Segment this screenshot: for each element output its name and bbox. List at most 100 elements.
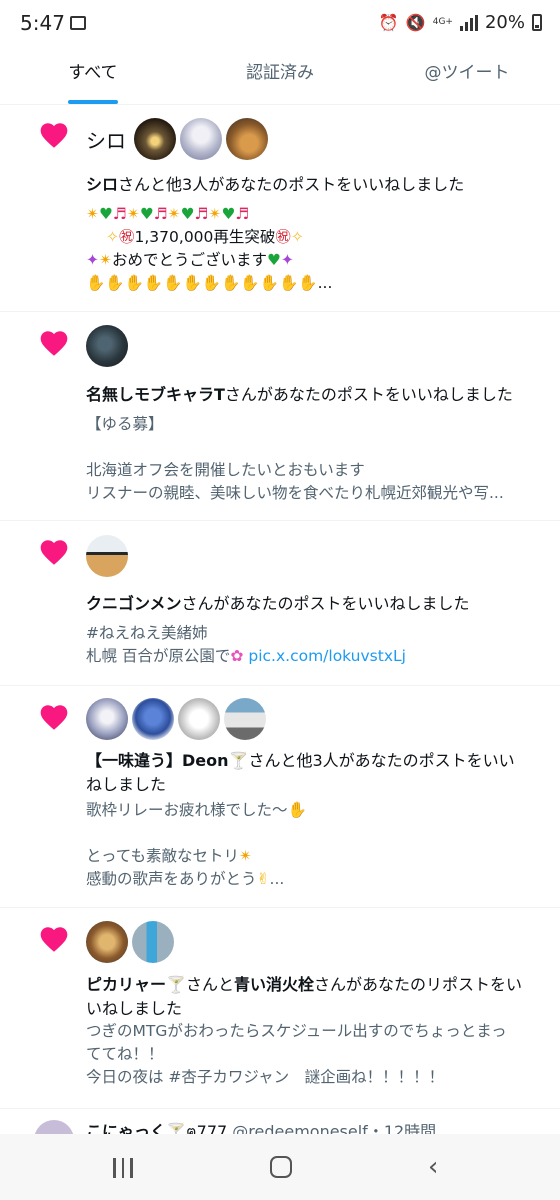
- sparkle-icon: ✴: [239, 847, 252, 865]
- user-name: クニゴンメン: [86, 594, 182, 613]
- post-text: 1,370,000再生突破: [134, 228, 276, 246]
- home-icon[interactable]: [270, 1156, 292, 1178]
- post-ellipsis: ...: [269, 870, 285, 888]
- network-indicator: 4G+: [432, 17, 453, 27]
- hashtag[interactable]: #ねえねえ美緒姉: [86, 622, 536, 645]
- post-preview: #ねえねえ美緒姉 札幌 百合が原公園で✿ pic.x.com/lokuvstxL…: [86, 622, 536, 668]
- user-name: 青い消火栓: [233, 975, 314, 994]
- sparkle-icon: ✴: [99, 251, 112, 269]
- status-bar: 5:47 ⏰ 🔇 4G+ 20%: [0, 0, 560, 48]
- clap-line: ✋✋✋✋✋✋✋✋✋✋✋✋...: [86, 272, 536, 295]
- post-preview: ✴♥♬✴♥♬✴♥♬✴♥♬ ✧㊗1,370,000再生突破㊗✧ ✦✴おめでとうござ…: [86, 203, 536, 295]
- post-line: 【ゆる募】: [86, 415, 164, 433]
- message-text: さんと: [185, 975, 234, 994]
- notification-item[interactable]: ピカリャー🍸さんと青い消火栓さんがあなたのリポストをい いねしました つぎのMT…: [0, 907, 560, 1109]
- heart-icon: [40, 705, 68, 730]
- post-preview: 歌枠リレーお疲れ様でした〜✋ とっても素敵なセトリ✴ 感動の歌声をありがとう✌.…: [86, 799, 536, 891]
- heart-icon: [40, 540, 68, 565]
- avatar[interactable]: [134, 118, 176, 160]
- post-text: とっても素敵なセトリ: [86, 847, 239, 865]
- celebration-icon: ㊗: [119, 228, 135, 246]
- alarm-icon: ⏰: [378, 13, 399, 32]
- partial-header: こにゃっく🍸ฅ777 @redeemoneself・12時間: [86, 1118, 436, 1134]
- avatar[interactable]: [224, 698, 266, 740]
- mute-icon: 🔇: [405, 13, 426, 32]
- post-preview: 【ゆる募】 北海道オフ会を開催したいとおもいます リスナーの親睦、美味しい物を食…: [86, 413, 536, 505]
- post-line: ✦✴おめでとうございます♥✦: [86, 249, 536, 272]
- post-preview: つぎのMTGがおわったらスケジュール出すのでちょっとまっ ててね！！ 今日の夜は…: [86, 1020, 536, 1089]
- signal-icon: [459, 14, 478, 31]
- notification-item-partial[interactable]: こにゃっく🍸ฅ777 @redeemoneself・12時間: [0, 1108, 560, 1134]
- battery-icon: [532, 14, 542, 31]
- post-line: 歌枠リレーお疲れ様でした〜✋: [86, 799, 536, 822]
- user-extra: ฅ777: [185, 1122, 228, 1134]
- avatar[interactable]: [132, 698, 174, 740]
- avatar[interactable]: [34, 1120, 74, 1134]
- avatar[interactable]: [178, 698, 220, 740]
- sparkle-icon: ✴: [86, 205, 99, 223]
- post-text: 感動の歌声をありがとう: [86, 870, 257, 888]
- avatar-group: [86, 921, 174, 963]
- user-name: ピカリャー: [86, 975, 167, 994]
- sparkle-icon: ✴: [167, 205, 181, 223]
- user-handle: @redeemoneself: [232, 1122, 368, 1134]
- praise-icon: ✌: [256, 870, 270, 888]
- avatar[interactable]: [86, 535, 128, 577]
- notification-item[interactable]: 【一味違う】Deon🍸さんと他3人があなたのポストをいい ねしました 歌枠リレー…: [0, 685, 560, 908]
- clap-icon: ✋: [287, 801, 307, 819]
- gallery-icon: [70, 16, 86, 30]
- message-text: さんと他3人があなたのポストをいい: [248, 751, 515, 770]
- avatar[interactable]: [226, 118, 268, 160]
- music-note-icon: ♬: [194, 205, 209, 223]
- flower-icon: ✿: [230, 647, 244, 665]
- message-text: さんがあなたのポストをいいねしました: [181, 594, 470, 613]
- tab-verified-label: 認証済み: [246, 63, 314, 83]
- avatar[interactable]: [86, 921, 128, 963]
- notification-message: シロさんと他3人があなたのポストをいいねしました: [86, 173, 536, 197]
- green-heart-icon: ♥: [267, 251, 281, 269]
- heart-icon: [40, 331, 68, 356]
- post-line: ててね！！: [86, 1045, 164, 1063]
- message-text: ねしました: [86, 775, 167, 794]
- avatar[interactable]: [86, 325, 128, 367]
- tab-verified[interactable]: 認証済み: [186, 50, 374, 104]
- green-heart-icon: ♥: [139, 205, 154, 223]
- user-label: シロ: [86, 128, 126, 153]
- post-line: リスナーの親睦、美味しい物を食べたり札幌近郊観光や写...: [86, 484, 504, 502]
- green-heart-icon: ♥: [221, 205, 236, 223]
- notification-item[interactable]: 名無しモブキャラTさんがあなたのポストをいいねしました 【ゆる募】 北海道オフ会…: [0, 311, 560, 521]
- sparkles-icon: ✧: [106, 228, 119, 246]
- cocktail-icon: 🍸: [228, 751, 249, 770]
- user-name: こにゃっく: [86, 1122, 167, 1134]
- avatar-group: シロ: [86, 118, 268, 160]
- avatar[interactable]: [132, 921, 174, 963]
- post-line: とっても素敵なセトリ✴: [86, 845, 536, 868]
- avatar[interactable]: [86, 698, 128, 740]
- sparkle-icon: ✴: [126, 205, 140, 223]
- avatar-group: [86, 535, 128, 577]
- post-line: 札幌 百合が原公園で✿ pic.x.com/lokuvstxLj: [86, 645, 536, 668]
- recent-apps-icon[interactable]: [113, 1158, 133, 1178]
- party-popper-icon: ✦: [86, 251, 99, 269]
- notification-item[interactable]: シロ シロさんと他3人があなたのポストをいいねしました ✴♥♬✴♥♬✴♥♬✴♥♬…: [0, 105, 560, 312]
- tab-mentions-label: @ツイート: [424, 63, 510, 83]
- post-text: 歌枠リレーお疲れ様でした〜: [86, 801, 288, 819]
- message-text: いねしました: [86, 999, 183, 1018]
- message-text: さんがあなたのポストをいいねしました: [224, 385, 513, 404]
- message-text: さんがあなたのリポストをい: [313, 975, 522, 994]
- cocktail-icon: 🍸: [166, 1122, 186, 1134]
- notification-item[interactable]: クニゴンメンさんがあなたのポストをいいねしました #ねえねえ美緒姉 札幌 百合が…: [0, 520, 560, 686]
- back-icon[interactable]: ‹: [428, 1152, 438, 1182]
- music-note-icon: ♬: [112, 205, 127, 223]
- avatar[interactable]: [180, 118, 222, 160]
- user-name: 名無しモブキャラT: [86, 385, 225, 404]
- tab-active-indicator: [68, 100, 118, 104]
- green-heart-icon: ♥: [180, 205, 195, 223]
- battery-percent: 20%: [484, 12, 525, 33]
- avatar-group: [86, 698, 266, 740]
- post-link[interactable]: pic.x.com/lokuvstxLj: [248, 647, 406, 665]
- clap-icon: ✋✋✋✋✋✋✋✋✋✋✋✋: [86, 274, 318, 292]
- tab-mentions[interactable]: @ツイート: [374, 50, 560, 104]
- post-ellipsis: ...: [317, 274, 333, 292]
- tab-all[interactable]: すべて: [0, 50, 186, 104]
